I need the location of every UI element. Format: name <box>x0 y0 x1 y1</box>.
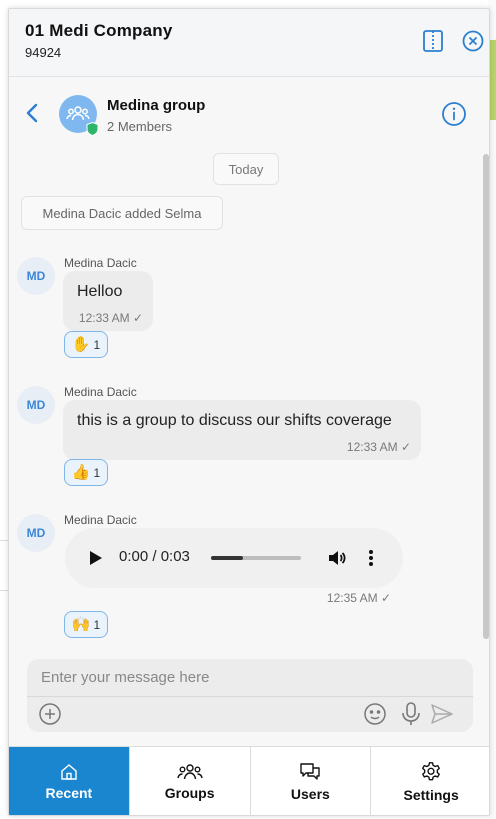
back-arrow-icon[interactable] <box>23 101 43 125</box>
audio-time: 0:00 / 0:03 <box>119 548 190 565</box>
chat-widget: 01 Medi Company 94924 Medina group 2 Mem… <box>8 8 490 816</box>
message-bubble[interactable]: Helloo 12:33 AM ✓ <box>63 271 153 331</box>
group-header: Medina group 2 Members <box>9 77 489 149</box>
close-icon[interactable] <box>459 27 487 55</box>
microphone-icon[interactable] <box>398 701 424 727</box>
play-icon[interactable] <box>89 550 103 566</box>
date-separator: Today <box>213 153 279 185</box>
info-icon[interactable] <box>441 101 467 127</box>
company-header: 01 Medi Company 94924 <box>9 9 489 77</box>
emoji-icon[interactable] <box>362 701 388 727</box>
nav-label: Recent <box>45 785 93 801</box>
add-attachment-icon[interactable] <box>37 701 63 727</box>
more-options-icon[interactable] <box>367 548 375 568</box>
message-timestamp: 12:33 AM ✓ <box>346 440 411 454</box>
group-people-icon <box>66 106 90 121</box>
groups-icon <box>176 764 203 780</box>
expand-panel-icon[interactable] <box>419 27 447 55</box>
sent-check-icon: ✓ <box>400 440 411 454</box>
volume-icon[interactable] <box>327 548 347 568</box>
group-member-count: 2 Members <box>107 119 173 134</box>
sender-name: Medina Dacic <box>64 256 137 270</box>
nav-label: Groups <box>164 785 215 801</box>
message-input[interactable] <box>27 659 473 697</box>
reaction-count: 1 <box>93 465 101 480</box>
message-text: Helloo <box>77 283 123 300</box>
reaction-chip[interactable]: 👍 1 <box>64 459 108 486</box>
sender-avatar[interactable]: MD <box>17 386 55 424</box>
raised-hands-emoji: 🙌 <box>71 616 91 633</box>
nav-label: Users <box>290 786 330 802</box>
message-timestamp: 12:35 AM ✓ <box>326 591 391 605</box>
nav-recent[interactable]: Recent <box>9 747 130 815</box>
home-icon <box>61 764 77 780</box>
message-bubble[interactable]: this is a group to discuss our shifts co… <box>63 400 421 460</box>
system-message: Medina Dacic added Selma <box>21 196 223 230</box>
nav-groups[interactable]: Groups <box>130 747 251 815</box>
sender-avatar[interactable]: MD <box>17 257 55 295</box>
message-text: this is a group to discuss our shifts co… <box>77 412 392 429</box>
raised-hand-emoji: ✋ <box>71 336 91 353</box>
sent-check-icon: ✓ <box>380 591 391 605</box>
bottom-navigation: Recent Groups Users Settings <box>9 746 489 815</box>
thumbs-up-emoji: 👍 <box>71 464 91 481</box>
nav-settings[interactable]: Settings <box>371 747 489 815</box>
company-name: 01 Medi Company <box>25 21 173 40</box>
send-icon[interactable] <box>429 701 455 727</box>
audio-message-bubble: 0:00 / 0:03 12:35 AM ✓ <box>63 527 403 611</box>
sender-name: Medina Dacic <box>64 513 137 527</box>
background-green-strip <box>490 40 496 120</box>
audio-player[interactable]: 0:00 / 0:03 <box>65 528 403 588</box>
scrollbar-thumb[interactable] <box>483 154 489 639</box>
reaction-count: 1 <box>93 337 101 352</box>
message-timestamp: 12:33 AM ✓ <box>78 311 143 325</box>
audio-progress-fill <box>211 556 243 560</box>
shield-icon <box>86 121 99 137</box>
nav-users[interactable]: Users <box>251 747 372 815</box>
reaction-count: 1 <box>93 617 101 632</box>
group-name: Medina group <box>107 97 206 114</box>
nav-label: Settings <box>403 787 459 803</box>
sender-avatar[interactable]: MD <box>17 514 55 552</box>
audio-progress-bar[interactable] <box>211 556 301 560</box>
message-composer <box>27 659 473 732</box>
chat-bubbles-icon <box>300 763 321 780</box>
reaction-chip[interactable]: 🙌 1 <box>64 611 108 638</box>
gear-icon <box>422 762 441 781</box>
sent-check-icon: ✓ <box>132 311 143 325</box>
sender-name: Medina Dacic <box>64 385 137 399</box>
company-id: 94924 <box>25 45 62 60</box>
reaction-chip[interactable]: ✋ 1 <box>64 331 108 358</box>
